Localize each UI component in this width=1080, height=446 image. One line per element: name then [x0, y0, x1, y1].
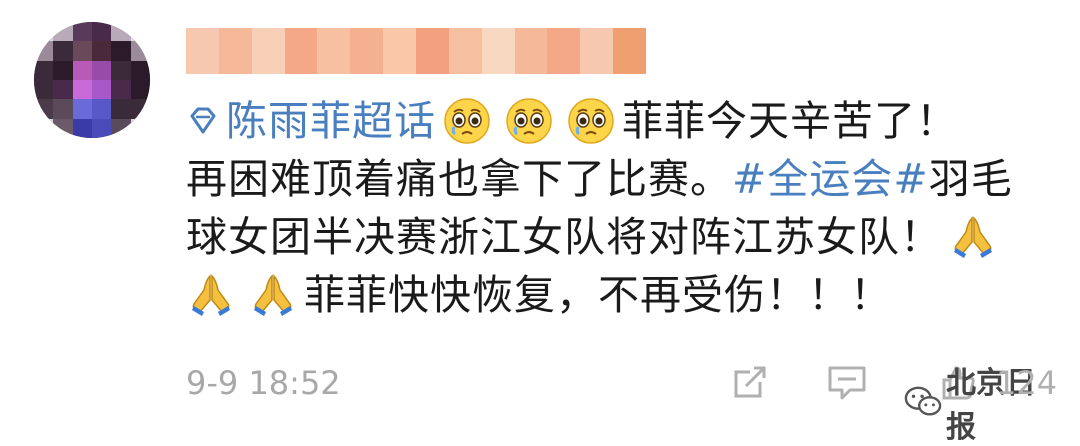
- super-topic-link[interactable]: 陈雨菲超话: [186, 92, 436, 150]
- post-content: 陈雨菲超话 菲菲今天辛苦了！ 再困难顶着痛也拿下了比赛。 #全运会# 羽毛 球女…: [186, 92, 1056, 324]
- post-text-line-2: 再困难顶着痛也拿下了比赛。: [186, 155, 732, 203]
- post-text-line-4: 菲菲快快恢复，不再受伤！！！: [304, 271, 892, 319]
- crying-face-icon: [504, 96, 554, 146]
- comment-icon[interactable]: [826, 362, 868, 402]
- crying-face-icon: [442, 96, 492, 146]
- post-line-2: 再困难顶着痛也拿下了比赛。 #全运会# 羽毛: [186, 150, 1056, 208]
- username-blurred[interactable]: [186, 28, 647, 74]
- praying-hands-icon: [248, 270, 298, 320]
- hashtag-link[interactable]: #全运会#: [732, 150, 929, 208]
- post-line-3: 球女团半决赛浙江女队将对阵江苏女队！: [186, 208, 1056, 266]
- timestamp: 9-9 18:52: [186, 364, 341, 402]
- super-topic-name: 陈雨菲超话: [226, 97, 436, 145]
- post-footer: 9-9 18:52 北京日报 124: [186, 358, 1060, 445]
- like-count: 124: [996, 364, 1058, 402]
- crying-face-icon: [566, 96, 616, 146]
- wechat-logo-icon: [904, 386, 942, 416]
- diamond-icon: [190, 107, 216, 134]
- praying-hands-icon: [948, 212, 998, 262]
- share-icon[interactable]: [730, 362, 770, 402]
- avatar[interactable]: [34, 22, 150, 138]
- praying-hands-icon: [186, 270, 236, 320]
- post-text-line-1: 菲菲今天辛苦了！: [622, 97, 958, 145]
- post-text-line-3: 球女团半决赛浙江女队将对阵江苏女队！: [186, 213, 942, 261]
- post-line-4: 菲菲快快恢复，不再受伤！！！: [186, 266, 1056, 324]
- avatar-pixelated-image: [34, 22, 150, 138]
- post-line-1: 陈雨菲超话 菲菲今天辛苦了！: [186, 92, 1056, 150]
- post-text-line-2-tail: 羽毛: [928, 155, 1013, 203]
